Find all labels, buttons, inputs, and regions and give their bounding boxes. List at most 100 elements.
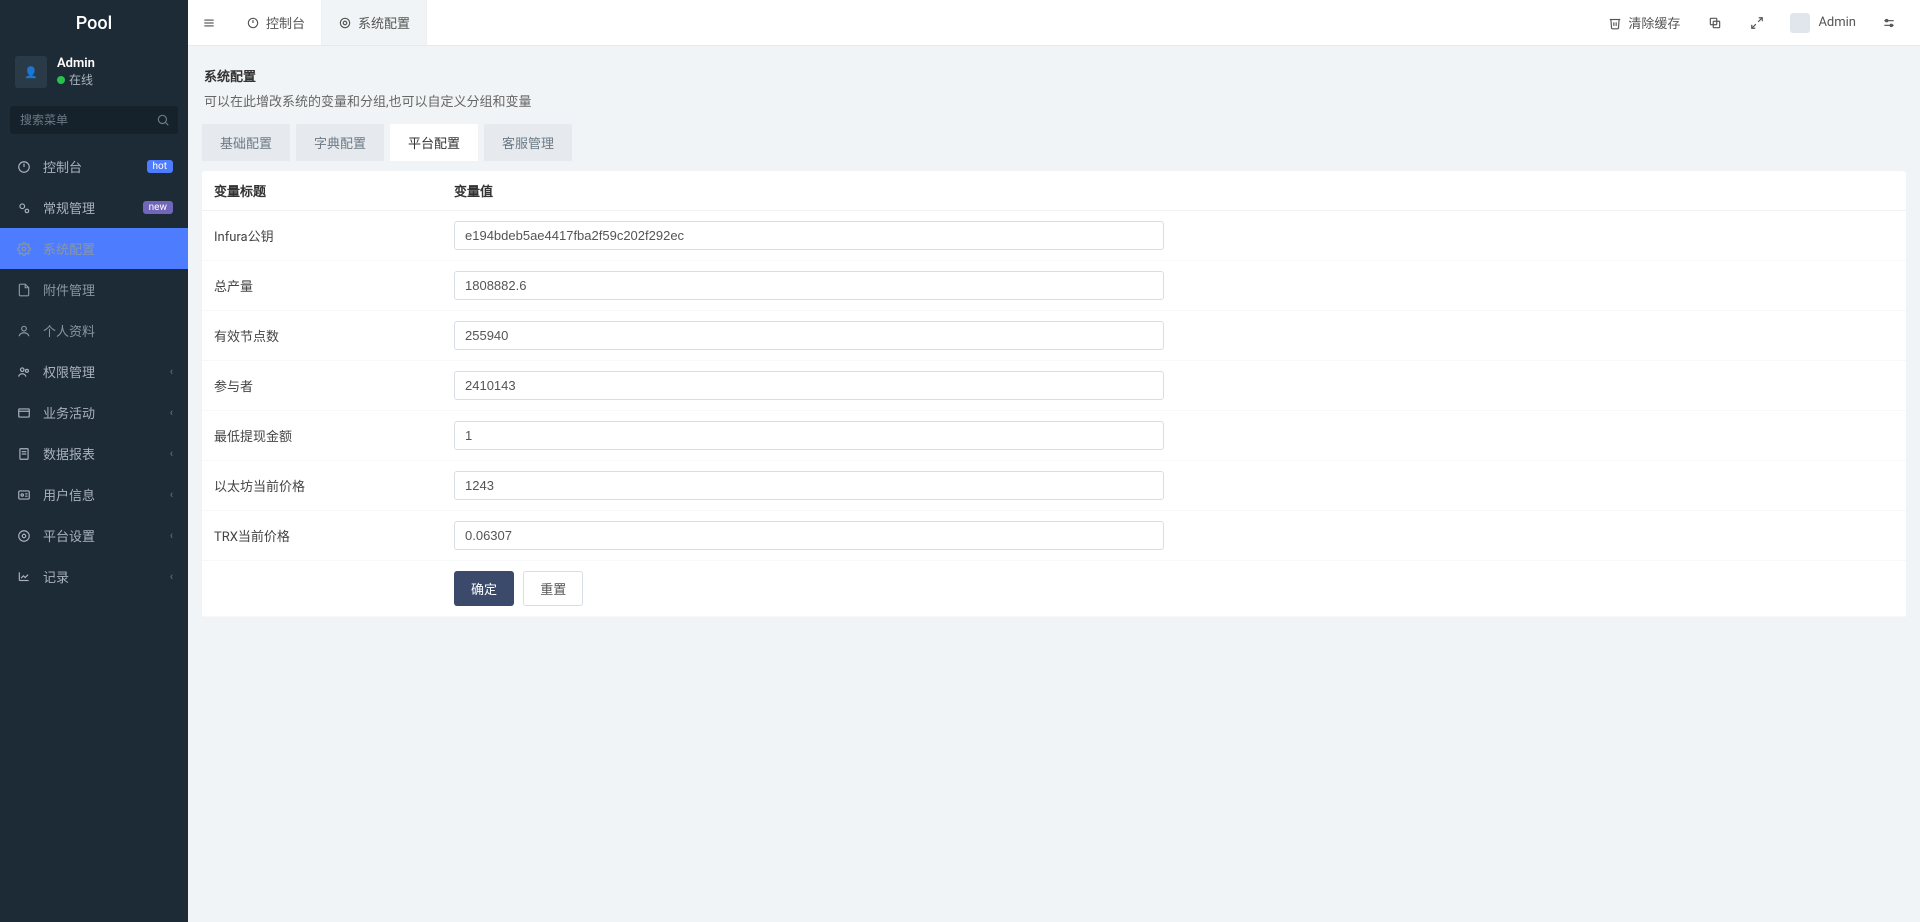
config-tab-dict[interactable]: 字典配置 [296, 124, 384, 161]
sidebar: Pool 👤 Admin 在线 控制台 hot 常规管理 new 系统配置 [0, 0, 188, 922]
tab-label: 系统配置 [358, 13, 410, 32]
search-input[interactable] [10, 106, 178, 134]
config-tabs: 基础配置 字典配置 平台配置 客服管理 [202, 124, 1906, 161]
nav-profile[interactable]: 个人资料 [0, 310, 188, 351]
nav-label: 控制台 [43, 157, 147, 176]
chevron-left-icon: ‹ [170, 406, 173, 419]
nav-label: 平台设置 [43, 526, 170, 545]
row-title: 以太坊当前价格 [202, 461, 442, 511]
settings-button[interactable] [1868, 0, 1910, 45]
row-title: 总产量 [202, 261, 442, 311]
id-icon [15, 488, 33, 502]
nav: 控制台 hot 常规管理 new 系统配置 附件管理 个人资料 权限管理 ‹ 业… [0, 146, 188, 597]
config-tab-basic[interactable]: 基础配置 [202, 124, 290, 161]
nav-logs[interactable]: 记录 ‹ [0, 556, 188, 597]
table-row: 参与者 [202, 361, 1906, 411]
copy-icon [1708, 16, 1722, 30]
chart-icon [15, 570, 33, 584]
menu-icon [202, 16, 216, 30]
th-value: 变量值 [442, 171, 1906, 211]
table-row: 以太坊当前价格 [202, 461, 1906, 511]
topbar: 控制台 系统配置 清除缓存 Admin [188, 0, 1920, 46]
table-row: 总产量 [202, 261, 1906, 311]
window-icon [15, 406, 33, 420]
th-title: 变量标题 [202, 171, 442, 211]
search-icon[interactable] [156, 113, 170, 127]
table-row: TRX当前价格 [202, 511, 1906, 561]
clear-cache-button[interactable]: 清除缓存 [1594, 0, 1694, 45]
confirm-button[interactable]: 确定 [454, 571, 514, 606]
nav-permissions[interactable]: 权限管理 ‹ [0, 351, 188, 392]
expand-icon [1750, 16, 1764, 30]
row-title: TRX当前价格 [202, 511, 442, 561]
user-status: 在线 [57, 71, 95, 88]
cog-icon [15, 242, 33, 256]
content: 系统配置 可以在此增改系统的变量和分组,也可以自定义分组和变量 基础配置 字典配… [188, 46, 1920, 922]
file-icon [15, 283, 33, 297]
brand: Pool [0, 0, 188, 46]
admin-label: Admin [1818, 15, 1856, 30]
config-panel: 变量标题 变量值 Infura公钥总产量有效节点数参与者最低提现金额以太坊当前价… [202, 171, 1906, 617]
nav-label: 附件管理 [43, 280, 173, 299]
sidebar-search [10, 106, 178, 134]
row-value-input[interactable] [454, 521, 1164, 550]
row-value-input[interactable] [454, 221, 1164, 250]
chevron-left-icon: ‹ [170, 365, 173, 378]
nav-label: 用户信息 [43, 485, 170, 504]
nav-dashboard[interactable]: 控制台 hot [0, 146, 188, 187]
nav-userinfo[interactable]: 用户信息 ‹ [0, 474, 188, 515]
row-title: 参与者 [202, 361, 442, 411]
user-name: Admin [57, 56, 95, 71]
nav-attachment[interactable]: 附件管理 [0, 269, 188, 310]
nav-system-config[interactable]: 系统配置 [0, 228, 188, 269]
nav-reports[interactable]: 数据报表 ‹ [0, 433, 188, 474]
nav-label: 系统配置 [43, 239, 173, 258]
nav-general[interactable]: 常规管理 new [0, 187, 188, 228]
cog-icon [338, 16, 352, 30]
chevron-left-icon: ‹ [170, 447, 173, 460]
config-table: 变量标题 变量值 Infura公钥总产量有效节点数参与者最低提现金额以太坊当前价… [202, 171, 1906, 617]
tab-dashboard[interactable]: 控制台 [230, 0, 322, 45]
row-title: Infura公钥 [202, 211, 442, 261]
nav-label: 权限管理 [43, 362, 170, 381]
row-value-input[interactable] [454, 271, 1164, 300]
chevron-left-icon: ‹ [170, 529, 173, 542]
row-title: 有效节点数 [202, 311, 442, 361]
page-title: 系统配置 [204, 66, 1904, 85]
admin-menu[interactable]: Admin [1778, 0, 1868, 45]
reset-button[interactable]: 重置 [523, 571, 583, 606]
menu-toggle[interactable] [188, 0, 230, 45]
page-desc: 可以在此增改系统的变量和分组,也可以自定义分组和变量 [204, 91, 1904, 110]
chevron-left-icon: ‹ [170, 488, 173, 501]
config-tab-service[interactable]: 客服管理 [484, 124, 572, 161]
nav-label: 业务活动 [43, 403, 170, 422]
tab-system-config[interactable]: 系统配置 [322, 0, 427, 45]
clear-cache-label: 清除缓存 [1628, 13, 1680, 32]
table-row: 最低提现金额 [202, 411, 1906, 461]
fullscreen-button[interactable] [1736, 0, 1778, 45]
page-head: 系统配置 可以在此增改系统的变量和分组,也可以自定义分组和变量 [202, 60, 1906, 124]
row-value-input[interactable] [454, 471, 1164, 500]
nav-label: 常规管理 [43, 198, 143, 217]
table-row: 有效节点数 [202, 311, 1906, 361]
dashboard-icon [246, 16, 260, 30]
badge-hot: hot [147, 160, 173, 173]
doc-icon [15, 447, 33, 461]
row-value-input[interactable] [454, 421, 1164, 450]
table-row: Infura公钥 [202, 211, 1906, 261]
avatar: 👤 [15, 56, 47, 88]
dashboard-icon [15, 160, 33, 174]
top-tabs: 控制台 系统配置 [230, 0, 427, 45]
nav-label: 个人资料 [43, 321, 173, 340]
users-icon [15, 365, 33, 379]
row-value-input[interactable] [454, 321, 1164, 350]
avatar-icon [1790, 13, 1810, 33]
nav-business[interactable]: 业务活动 ‹ [0, 392, 188, 433]
nav-platform[interactable]: 平台设置 ‹ [0, 515, 188, 556]
copy-button[interactable] [1694, 0, 1736, 45]
row-value-input[interactable] [454, 371, 1164, 400]
user-icon [15, 324, 33, 338]
tab-label: 控制台 [266, 13, 305, 32]
cogs-icon [15, 201, 33, 215]
config-tab-platform[interactable]: 平台配置 [390, 124, 478, 161]
